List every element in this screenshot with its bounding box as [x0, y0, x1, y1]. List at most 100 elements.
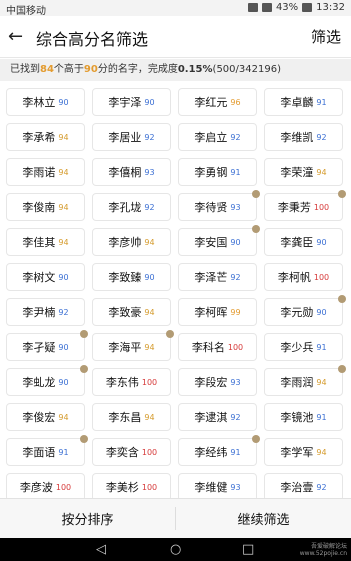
name-item[interactable]: 李彦波 100 [6, 473, 85, 498]
name-item[interactable]: 李安国 90 [178, 225, 260, 256]
name-score: 90 [230, 237, 241, 247]
name-score: 94 [316, 377, 327, 387]
name-item[interactable]: 李龚臣 90 [264, 228, 343, 256]
name-score: 92 [316, 132, 327, 142]
name-score: 92 [316, 482, 327, 492]
name-item[interactable]: 李宇泽 90 [92, 88, 171, 116]
name-text: 李启立 [194, 131, 228, 144]
name-score: 91 [58, 447, 69, 457]
crown-badge-icon [166, 330, 174, 338]
name-score: 93 [230, 202, 241, 212]
name-text: 李孔垅 [108, 201, 142, 214]
sort-by-score-button[interactable]: 按分排序 [0, 499, 175, 538]
name-item[interactable]: 李俊南 94 [6, 193, 85, 221]
name-score: 94 [58, 167, 69, 177]
name-item[interactable]: 李段宏 93 [178, 368, 257, 396]
name-item[interactable]: 李林立 90 [6, 88, 85, 116]
name-item[interactable]: 李美杉 100 [92, 473, 171, 498]
name-item[interactable]: 李学军 94 [264, 438, 343, 466]
name-text: 李柯晖 [194, 306, 228, 319]
crown-badge-icon [252, 225, 260, 233]
home-circle-icon[interactable]: ○ [170, 542, 181, 557]
name-item[interactable]: 李治壹 92 [264, 473, 343, 498]
name-score: 99 [230, 307, 241, 317]
name-item[interactable]: 李树文 90 [6, 263, 85, 291]
name-item[interactable]: 李孔垅 92 [92, 193, 171, 221]
name-item[interactable]: 李俊宏 94 [6, 403, 85, 431]
name-item[interactable]: 李虬龙 90 [6, 365, 88, 396]
status-right: 43% 13:32 [247, 2, 345, 13]
name-item[interactable]: 李维健 93 [178, 473, 257, 498]
name-item[interactable]: 李僖桐 93 [92, 158, 171, 186]
name-item[interactable]: 李东昌 94 [92, 403, 171, 431]
name-item[interactable]: 李致臻 90 [92, 263, 171, 291]
name-score: 92 [144, 202, 155, 212]
name-item[interactable]: 李海平 94 [92, 330, 174, 361]
name-item[interactable]: 李柯帆 100 [264, 263, 343, 291]
name-item[interactable]: 李勇钢 91 [178, 158, 257, 186]
name-score: 94 [144, 342, 155, 352]
filter-button[interactable]: 筛选 [311, 26, 341, 47]
name-text: 李林立 [22, 96, 56, 109]
name-item[interactable]: 李经纬 91 [178, 435, 260, 466]
name-text: 李荣潼 [280, 166, 314, 179]
name-item[interactable]: 李逮淇 92 [178, 403, 257, 431]
name-item[interactable]: 李尹楠 92 [6, 298, 85, 326]
name-text: 李秉芳 [277, 201, 311, 214]
name-item[interactable]: 李元勋 90 [264, 295, 346, 326]
name-text: 李雨润 [280, 376, 314, 389]
name-item[interactable]: 李泽芒 92 [178, 263, 257, 291]
name-item[interactable]: 李雨诺 94 [6, 158, 85, 186]
name-score: 92 [230, 132, 241, 142]
name-item[interactable]: 李面语 91 [6, 435, 88, 466]
name-item[interactable]: 李维凯 92 [264, 123, 343, 151]
name-item[interactable]: 李佳其 94 [6, 228, 85, 256]
name-item[interactable]: 李少兵 91 [264, 333, 343, 361]
name-item[interactable]: 李红元 96 [178, 88, 257, 116]
name-item[interactable]: 李待贤 93 [178, 190, 260, 221]
name-item[interactable]: 李居业 92 [92, 123, 171, 151]
watermark-line1: 吾爱破解论坛 [310, 543, 347, 550]
continue-filter-button[interactable]: 继续筛选 [176, 499, 351, 538]
name-item[interactable]: 李承希 94 [6, 123, 85, 151]
name-text: 李维凯 [280, 131, 314, 144]
crown-badge-icon [338, 190, 346, 198]
name-item[interactable]: 李柯晖 99 [178, 298, 257, 326]
recents-square-icon[interactable]: □ [242, 542, 254, 557]
name-text: 李俊南 [22, 201, 56, 214]
name-score: 93 [230, 377, 241, 387]
page-title: 综合高分名筛选 [36, 30, 149, 49]
name-item[interactable]: 李镜池 91 [264, 403, 343, 431]
name-text: 李卓麟 [280, 96, 314, 109]
name-text: 李柯帆 [277, 271, 311, 284]
name-score: 90 [144, 97, 155, 107]
watermark: 吾爱破解论坛 www.52pojie.cn [300, 543, 347, 557]
back-button[interactable]: ← [8, 26, 30, 48]
name-score: 92 [230, 272, 241, 282]
back-triangle-icon[interactable]: ◁ [96, 542, 106, 557]
name-item[interactable]: 李科名 100 [178, 333, 257, 361]
name-text: 李元勋 [280, 306, 314, 319]
name-text: 李东昌 [108, 411, 142, 424]
name-item[interactable]: 李孑疑 90 [6, 330, 88, 361]
name-text: 李佳其 [22, 236, 56, 249]
name-score: 100 [141, 447, 158, 457]
name-item[interactable]: 李彦帅 94 [92, 228, 171, 256]
name-item[interactable]: 李雨润 94 [264, 365, 346, 396]
status-bar: 中国移动 43% 13:32 [0, 0, 351, 17]
name-item[interactable]: 李致豪 94 [92, 298, 171, 326]
name-text: 李彦波 [19, 481, 53, 494]
name-text: 李致臻 [108, 271, 142, 284]
name-item[interactable]: 李卓麟 91 [264, 88, 343, 116]
name-item[interactable]: 李秉芳 100 [264, 190, 346, 221]
name-text: 李奕含 [105, 446, 139, 459]
name-text: 李雨诺 [22, 166, 56, 179]
name-item[interactable]: 李荣潼 94 [264, 158, 343, 186]
name-item[interactable]: 李启立 92 [178, 123, 257, 151]
name-item[interactable]: 李东伟 100 [92, 368, 171, 396]
name-item[interactable]: 李奕含 100 [92, 438, 171, 466]
name-text: 李尹楠 [22, 306, 56, 319]
name-text: 李美杉 [105, 481, 139, 494]
name-score: 90 [144, 272, 155, 282]
name-score: 100 [313, 272, 330, 282]
